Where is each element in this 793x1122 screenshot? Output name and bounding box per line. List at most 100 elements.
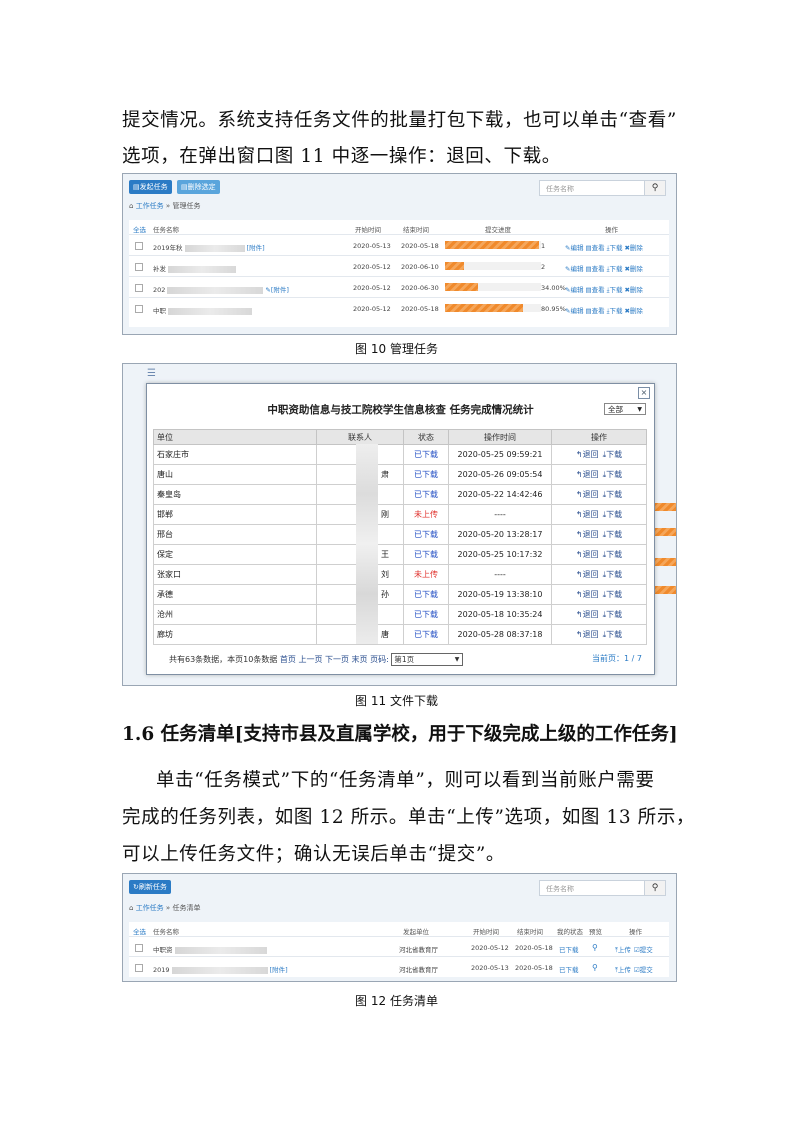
task-name[interactable]: 2019年秋 [附件]: [153, 242, 265, 252]
table-row: 邢台 已下载 2020-05-20 13:28:17 ↰退回 ⤓下载: [153, 524, 647, 545]
task-name[interactable]: 2019 [附件]: [153, 964, 288, 974]
column-header: 结束时间: [403, 226, 429, 234]
progress-percent: 2: [541, 263, 546, 271]
column-header: 结束时间: [517, 928, 543, 936]
submit-button[interactable]: ☑提交: [634, 966, 653, 974]
end-date: 2020-05-18: [515, 944, 553, 952]
submit-button[interactable]: ☑提交: [634, 946, 653, 954]
return-button[interactable]: ↰退回: [576, 610, 599, 619]
download-button[interactable]: ⤓下载: [607, 265, 623, 273]
search-icon[interactable]: ⚲: [644, 180, 666, 196]
new-task-button[interactable]: ▤发起任务: [129, 180, 172, 194]
table-row: 张家口刘未上传 ---- ↰退回 ⤓下载: [153, 564, 647, 585]
table-row: 廊坊唐已下载 2020-05-28 08:37:18 ↰退回 ⤓下载: [153, 624, 647, 645]
progress-percent: 80.95%: [541, 305, 566, 313]
task-name[interactable]: 补发: [153, 263, 236, 273]
download-button[interactable]: ⤓下载: [603, 570, 623, 579]
download-button[interactable]: ⤓下载: [603, 510, 623, 519]
redacted-contacts: [356, 444, 378, 644]
refresh-tasks-button[interactable]: ↻刷新任务: [129, 880, 171, 894]
delete-selected-button[interactable]: ▤删除选定: [177, 180, 220, 194]
view-button[interactable]: ▤查看: [585, 265, 604, 273]
return-button[interactable]: ↰退回: [576, 470, 599, 479]
return-button[interactable]: ↰退回: [576, 550, 599, 559]
row-actions: ↰退回 ⤓下载: [551, 544, 647, 565]
status-filter-select[interactable]: 全部 ▼: [604, 403, 646, 415]
return-button[interactable]: ↰退回: [576, 570, 599, 579]
end-date: 2020-06-30: [401, 284, 439, 292]
download-button[interactable]: ⤓下载: [603, 490, 623, 499]
delete-button[interactable]: ✖删除: [624, 265, 642, 273]
download-button[interactable]: ⤓下载: [603, 470, 623, 479]
close-icon[interactable]: ×: [638, 387, 650, 399]
download-button[interactable]: ⤓下载: [607, 286, 623, 294]
delete-button[interactable]: ✖删除: [624, 244, 642, 252]
preview-icon[interactable]: ⚲: [592, 943, 598, 952]
download-button[interactable]: ⤓下载: [603, 610, 623, 619]
paragraph-line: 提交情况。系统支持任务文件的批量打包下载，也可以单击“查看”: [122, 110, 677, 131]
return-button[interactable]: ↰退回: [576, 590, 599, 599]
table-row: 补发 2020-05-12 2020-06-10 2 ✎编辑 ▤查看 ⤓下载 ✖删除: [129, 255, 669, 277]
return-button[interactable]: ↰退回: [576, 450, 599, 459]
view-button[interactable]: ▤查看: [585, 286, 604, 294]
page-select[interactable]: 第1页 ▼: [391, 653, 464, 666]
column-header: 开始时间: [355, 226, 381, 234]
menu-icon[interactable]: ☰: [147, 368, 156, 379]
status-text: 已下载: [403, 464, 449, 485]
column-header: 操作时间: [448, 429, 552, 445]
background-progress-bar: [654, 558, 676, 566]
search-icon[interactable]: ⚲: [644, 880, 666, 896]
delete-button[interactable]: ✖删除: [624, 307, 642, 315]
download-button[interactable]: ⤓下载: [603, 590, 623, 599]
row-checkbox[interactable]: [135, 242, 143, 250]
download-button[interactable]: ⤓下载: [603, 530, 623, 539]
attachment-link[interactable]: [附件]: [270, 966, 288, 974]
search-input[interactable]: 任务名称: [539, 880, 645, 896]
breadcrumb-separator: »: [165, 904, 171, 912]
last-page-link[interactable]: 末页: [352, 655, 368, 664]
edit-button[interactable]: ✎编辑: [565, 307, 583, 315]
row-checkbox[interactable]: [135, 305, 143, 313]
start-date: 2020-05-12: [353, 263, 391, 271]
download-button[interactable]: ⤓下载: [607, 307, 623, 315]
download-button[interactable]: ⤓下载: [603, 630, 623, 639]
upload-button[interactable]: ⤒上传: [615, 966, 631, 974]
select-all-link[interactable]: 全选: [133, 926, 146, 936]
table-row: 中职 2020-05-12 2020-05-18 80.95% ✎编辑 ▤查看 ⤓下载 ✖删除: [129, 297, 669, 319]
next-page-link[interactable]: 下一页: [325, 655, 349, 664]
return-button[interactable]: ↰退回: [576, 530, 599, 539]
row-checkbox[interactable]: [135, 964, 143, 972]
edit-button[interactable]: ✎编辑: [565, 286, 583, 294]
attachment-link[interactable]: ✎[附件]: [265, 286, 289, 294]
edit-button[interactable]: ✎编辑: [565, 265, 583, 273]
column-header: 状态: [403, 429, 449, 445]
task-name[interactable]: 202 ✎[附件]: [153, 284, 289, 294]
breadcrumb-link[interactable]: 工作任务: [136, 202, 164, 210]
preview-icon[interactable]: ⚲: [592, 963, 598, 972]
view-button[interactable]: ▤查看: [585, 244, 604, 252]
download-button[interactable]: ⤓下载: [603, 550, 623, 559]
view-button[interactable]: ▤查看: [585, 307, 604, 315]
upload-button[interactable]: ⤒上传: [615, 946, 631, 954]
return-button[interactable]: ↰退回: [576, 630, 599, 639]
row-checkbox[interactable]: [135, 284, 143, 292]
attachment-link[interactable]: [附件]: [247, 244, 265, 252]
download-button[interactable]: ⤓下载: [603, 450, 623, 459]
task-name[interactable]: 中职: [153, 305, 252, 315]
search-input[interactable]: 任务名称: [539, 180, 645, 196]
delete-button[interactable]: ✖删除: [624, 286, 642, 294]
edit-button[interactable]: ✎编辑: [565, 244, 583, 252]
return-button[interactable]: ↰退回: [576, 510, 599, 519]
start-date: 2020-05-12: [353, 284, 391, 292]
task-name[interactable]: 中职资: [153, 944, 267, 954]
breadcrumb-link[interactable]: 工作任务: [136, 904, 164, 912]
first-page-link[interactable]: 首页: [280, 655, 296, 664]
filter-value: 全部: [608, 405, 623, 414]
progress-percent: 1: [541, 242, 546, 250]
prev-page-link[interactable]: 上一页: [298, 655, 322, 664]
download-button[interactable]: ⤓下载: [607, 244, 623, 252]
row-checkbox[interactable]: [135, 944, 143, 952]
select-all-link[interactable]: 全选: [133, 224, 146, 234]
row-checkbox[interactable]: [135, 263, 143, 271]
return-button[interactable]: ↰退回: [576, 490, 599, 499]
